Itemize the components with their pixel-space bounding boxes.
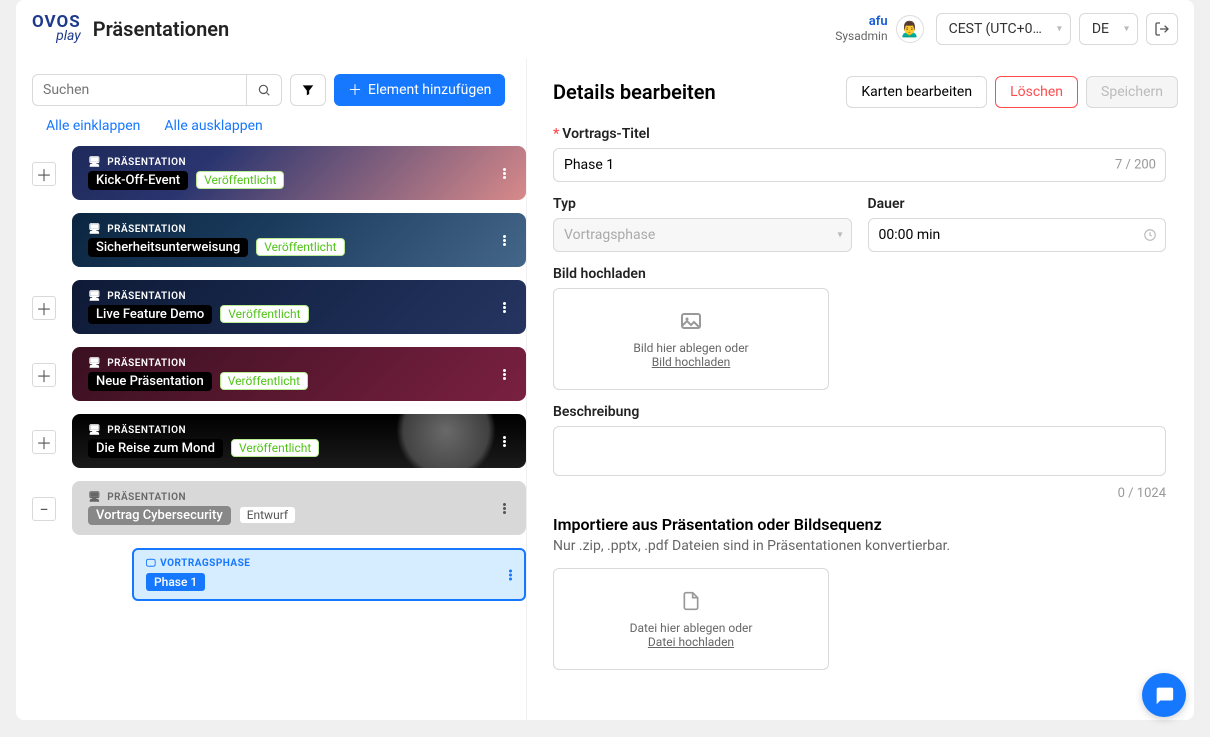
presentation-card[interactable]: 🖥PRÄSENTATION Live Feature Demo Veröffen… bbox=[72, 280, 526, 334]
image-icon bbox=[564, 309, 818, 333]
card-title: Live Feature Demo bbox=[88, 305, 212, 324]
timezone-select[interactable]: CEST (UTC+0… ▾ bbox=[936, 13, 1071, 45]
add-element-button[interactable]: ＋ Element hinzufügen bbox=[334, 74, 505, 106]
tree-expand-toggle[interactable]: ＋ bbox=[32, 162, 56, 186]
file-upload-dropzone[interactable]: Datei hier ablegen oderDatei hochladen bbox=[553, 568, 829, 670]
left-pane: ＋ Element hinzufügen Alle einklappen All… bbox=[16, 58, 526, 720]
status-badge: Veröffentlicht bbox=[231, 439, 319, 457]
title-char-count: 7 / 200 bbox=[1115, 158, 1156, 173]
logo[interactable]: OVOS play bbox=[32, 14, 81, 43]
phase-card-selected[interactable]: 🖵VORTRAGSPHASE Phase 1 bbox=[132, 548, 526, 601]
chevron-down-icon: ▾ bbox=[1057, 23, 1062, 34]
presentation-card[interactable]: 🖥PRÄSENTATION Neue Präsentation Veröffen… bbox=[72, 347, 526, 401]
monitor-icon: 🖵 bbox=[146, 558, 156, 569]
presentation-icon: 🖥 bbox=[88, 291, 101, 302]
file-icon bbox=[564, 589, 818, 613]
type-select[interactable]: Vortragsphase ▾ bbox=[553, 218, 852, 252]
avatar[interactable]: 🙍‍♂️ bbox=[896, 15, 924, 43]
card-menu-button[interactable] bbox=[494, 292, 514, 322]
chevron-down-icon: ▾ bbox=[1124, 23, 1129, 34]
language-select[interactable]: DE ▾ bbox=[1079, 13, 1138, 45]
card-menu-button[interactable] bbox=[494, 225, 514, 255]
chevron-down-icon: ▾ bbox=[837, 230, 842, 241]
tree-collapse-toggle[interactable]: − bbox=[32, 497, 56, 521]
card-menu-button[interactable] bbox=[494, 493, 514, 523]
details-title: Details bearbeiten bbox=[553, 80, 838, 104]
description-textarea[interactable] bbox=[553, 426, 1166, 476]
image-upload-dropzone[interactable]: Bild hier ablegen oderBild hochladen bbox=[553, 288, 829, 390]
type-field-label: Typ bbox=[553, 196, 852, 212]
upload-field-label: Bild hochladen bbox=[553, 266, 1166, 282]
card-title: Vortrag Cybersecurity bbox=[88, 506, 231, 525]
delete-button[interactable]: Löschen bbox=[995, 76, 1078, 108]
card-title: Neue Präsentation bbox=[88, 372, 212, 391]
topbar: OVOS play Präsentationen afu Sysadmin 🙍‍… bbox=[16, 0, 1194, 58]
collapse-all-link[interactable]: Alle einklappen bbox=[46, 118, 140, 134]
clock-icon bbox=[1143, 228, 1157, 242]
presentation-card[interactable]: 🖥PRÄSENTATION Die Reise zum Mond Veröffe… bbox=[72, 414, 526, 468]
presentation-tree: ＋ 🖥PRÄSENTATION Kick-Off-Event Veröffent… bbox=[32, 146, 526, 720]
duration-field-label: Dauer bbox=[868, 196, 1167, 212]
status-badge: Veröffentlicht bbox=[220, 372, 308, 390]
title-input[interactable] bbox=[553, 148, 1166, 182]
card-title: Kick-Off-Event bbox=[88, 171, 188, 190]
save-button: Speichern bbox=[1086, 76, 1178, 108]
phase-menu-button[interactable] bbox=[509, 569, 512, 580]
search-icon bbox=[257, 83, 271, 97]
import-section-hint: Nur .zip, .pptx, .pdf Dateien sind in Pr… bbox=[553, 538, 1166, 554]
user-info: afu Sysadmin bbox=[835, 14, 887, 44]
title-field-label: *Vortrags-Titel bbox=[553, 126, 1166, 142]
import-section-title: Importiere aus Präsentation oder Bildseq… bbox=[553, 515, 1166, 534]
tree-expand-toggle[interactable]: ＋ bbox=[32, 296, 56, 320]
presentation-card[interactable]: 🖥PRÄSENTATION Sicherheitsunterweisung Ve… bbox=[72, 213, 526, 267]
card-menu-button[interactable] bbox=[494, 426, 514, 456]
tree-expand-toggle[interactable]: ＋ bbox=[32, 430, 56, 454]
presentation-card[interactable]: 🖥PRÄSENTATION Vortrag Cybersecurity Entw… bbox=[72, 481, 526, 535]
status-badge: Entwurf bbox=[239, 506, 296, 524]
status-badge: Veröffentlicht bbox=[220, 305, 308, 323]
status-badge: Veröffentlicht bbox=[196, 171, 284, 189]
search-input[interactable] bbox=[32, 74, 246, 106]
filter-button[interactable] bbox=[290, 74, 326, 106]
expand-all-link[interactable]: Alle ausklappen bbox=[164, 118, 262, 134]
tree-expand-toggle[interactable]: ＋ bbox=[32, 363, 56, 387]
presentation-icon: 🖥 bbox=[88, 492, 101, 503]
presentation-card[interactable]: 🖥PRÄSENTATION Kick-Off-Event Veröffentli… bbox=[72, 146, 526, 200]
card-menu-button[interactable] bbox=[494, 158, 514, 188]
presentation-icon: 🖥 bbox=[88, 425, 101, 436]
search-button[interactable] bbox=[246, 74, 282, 106]
details-pane: Details bearbeiten Karten bearbeiten Lös… bbox=[526, 58, 1194, 720]
user-name: afu bbox=[835, 14, 887, 30]
plus-icon: ＋ bbox=[348, 80, 362, 100]
description-char-count: 0 / 1024 bbox=[553, 486, 1166, 501]
logout-icon bbox=[1154, 21, 1170, 37]
duration-input[interactable]: 00:00 min bbox=[868, 218, 1167, 252]
presentation-icon: 🖥 bbox=[88, 157, 101, 168]
presentation-icon: 🖥 bbox=[88, 358, 101, 369]
card-menu-button[interactable] bbox=[494, 359, 514, 389]
presentation-icon: 🖥 bbox=[88, 224, 101, 235]
phase-title: Phase 1 bbox=[146, 573, 205, 591]
status-badge: Veröffentlicht bbox=[256, 238, 344, 256]
page-title: Präsentationen bbox=[93, 17, 229, 41]
filter-icon bbox=[301, 83, 315, 97]
description-field-label: Beschreibung bbox=[553, 404, 1166, 420]
exit-button[interactable] bbox=[1146, 13, 1178, 45]
chat-fab[interactable] bbox=[1142, 673, 1186, 717]
edit-cards-button[interactable]: Karten bearbeiten bbox=[846, 76, 987, 108]
user-role: Sysadmin bbox=[835, 29, 887, 43]
chat-icon bbox=[1153, 684, 1175, 706]
card-title: Sicherheitsunterweisung bbox=[88, 238, 248, 257]
card-title: Die Reise zum Mond bbox=[88, 439, 223, 458]
